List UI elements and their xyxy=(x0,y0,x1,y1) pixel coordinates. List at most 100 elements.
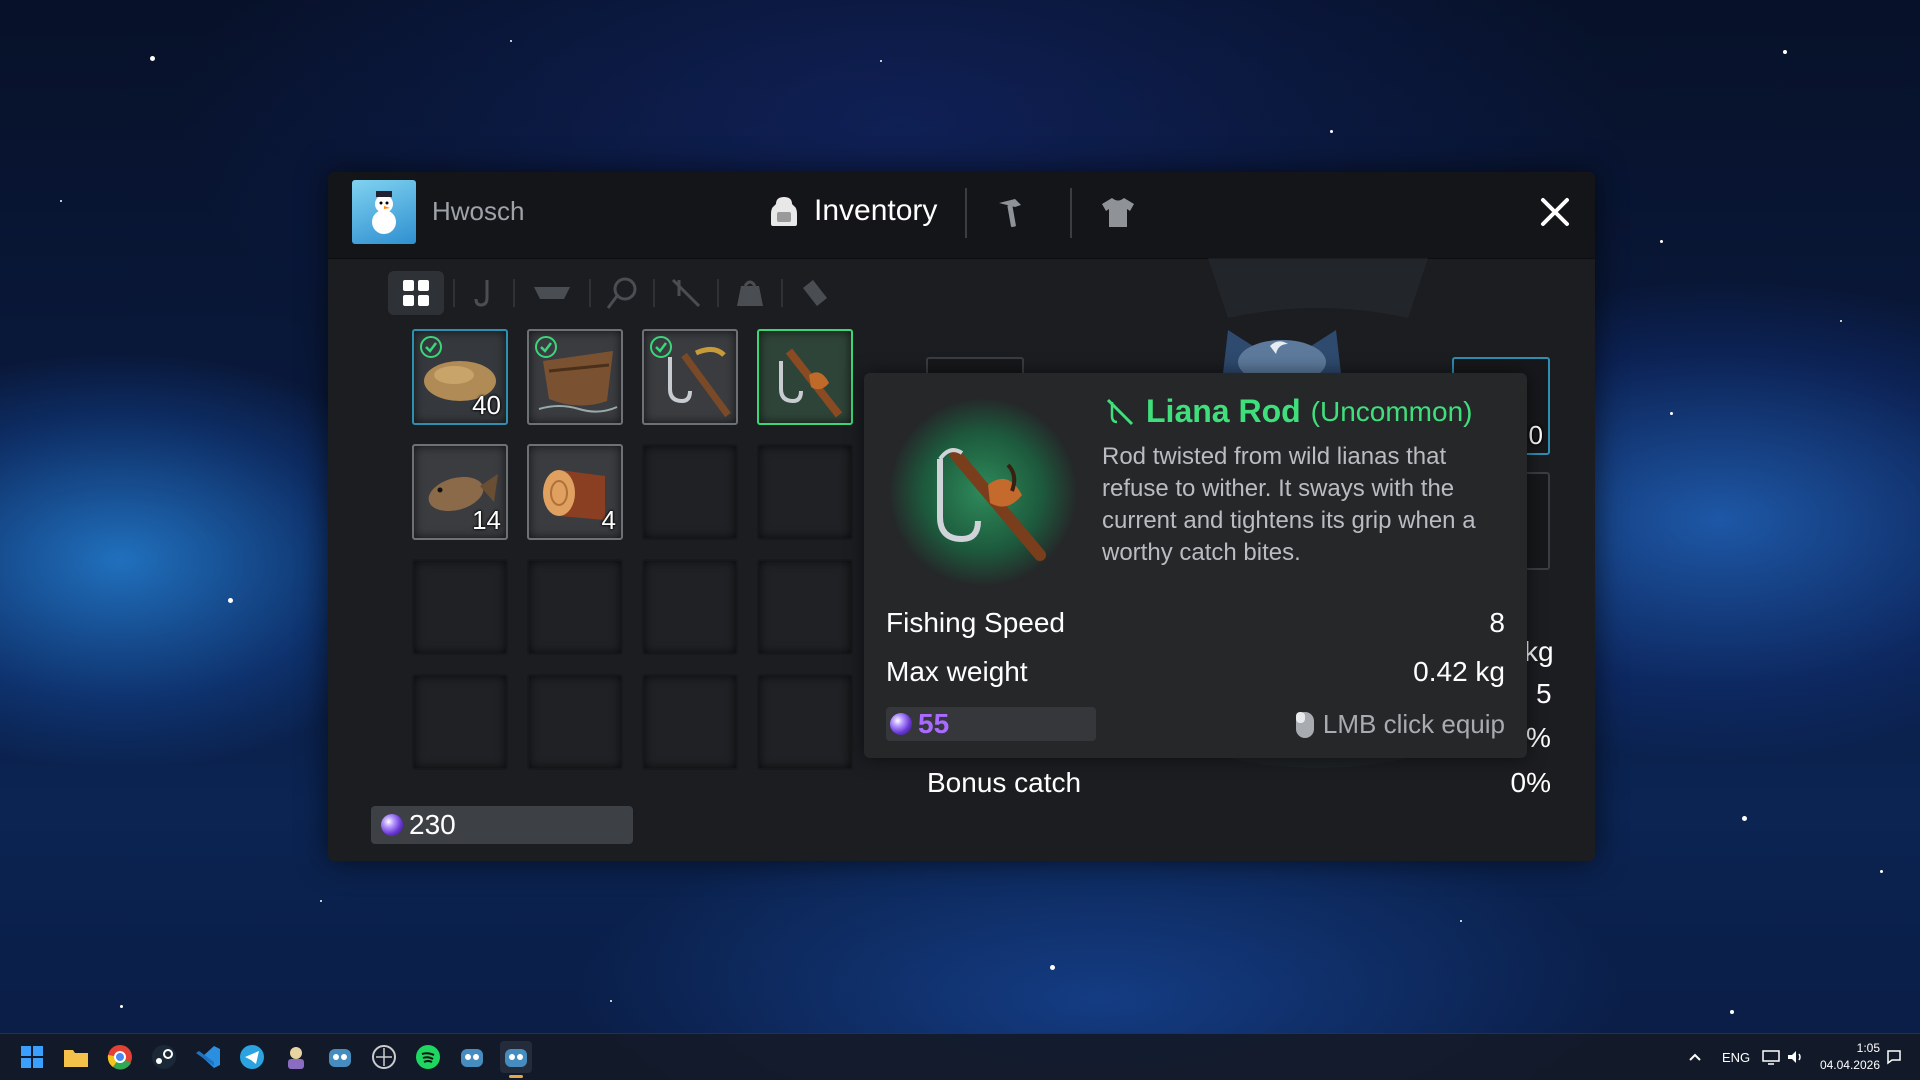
shirt-icon xyxy=(1102,198,1134,227)
inventory-slot-empty[interactable] xyxy=(757,444,853,540)
inventory-slot-empty[interactable] xyxy=(757,559,853,655)
tray-language[interactable]: ENG xyxy=(1722,1034,1750,1080)
tooltip-item-name: Liana Rod xyxy=(1146,393,1301,429)
inventory-slot-empty[interactable] xyxy=(642,674,738,770)
godot-icon-active[interactable] xyxy=(500,1041,532,1073)
close-button[interactable] xyxy=(1533,190,1577,234)
inventory-slot-empty[interactable] xyxy=(527,674,623,770)
tooltip-title: Liana Rod (Uncommon) xyxy=(1104,393,1472,430)
window-header: Hwosch Inventory xyxy=(328,172,1595,259)
liana-rod-icon xyxy=(937,448,1046,561)
stat-label: Max weight xyxy=(886,656,1028,687)
tooltip-price-value: 55 xyxy=(918,708,950,739)
slot-quantity: 4 xyxy=(601,505,616,535)
chrome-icon[interactable] xyxy=(104,1041,136,1073)
item-tooltip: Liana Rod (Uncommon) Rod twisted from wi… xyxy=(864,373,1527,758)
filter-rods[interactable] xyxy=(664,271,708,315)
clock-date: 04.04.2026 xyxy=(1819,1058,1880,1072)
tab-crafting[interactable] xyxy=(990,190,1034,234)
inventory-slot-selected[interactable] xyxy=(757,329,853,425)
mouse-icon xyxy=(1295,711,1314,738)
stat-partial: % xyxy=(1526,722,1551,753)
windows-start-icon[interactable] xyxy=(16,1041,48,1073)
equipped-check-icon xyxy=(650,336,672,358)
snowman-icon xyxy=(372,191,396,234)
inventory-slot-empty[interactable] xyxy=(412,674,508,770)
godot-icon[interactable] xyxy=(324,1041,356,1073)
inventory-slot-empty[interactable] xyxy=(412,559,508,655)
spotify-icon[interactable] xyxy=(412,1041,444,1073)
tooltip-hint-text: LMB click equip xyxy=(1322,709,1505,739)
bonus-catch-label: Bonus catch xyxy=(927,767,1082,798)
inventory-slot[interactable]: 4 xyxy=(527,444,623,540)
tooltip-stat-row: Fishing Speed 8 xyxy=(886,607,1505,639)
filter-all[interactable] xyxy=(388,271,444,315)
inventory-slot[interactable] xyxy=(642,329,738,425)
filter-bags[interactable] xyxy=(728,271,772,315)
rod-icon xyxy=(671,278,701,308)
tray-chevron-icon[interactable] xyxy=(1688,1034,1702,1080)
currency-display: 230 xyxy=(371,806,633,844)
tooltip-stat-row: Max weight 0.42 kg xyxy=(886,656,1505,688)
equipped-check-icon xyxy=(535,336,557,358)
net-icon xyxy=(606,277,637,309)
notification-icon[interactable] xyxy=(1886,1034,1902,1080)
boat-icon xyxy=(534,287,570,299)
tooltip-description: Rod twisted from wild lianas that refuse… xyxy=(1102,443,1476,566)
tooltip-item-art xyxy=(890,399,1076,585)
file-explorer-icon[interactable] xyxy=(60,1041,92,1073)
filter-boats[interactable] xyxy=(524,271,580,315)
inventory-slot-empty[interactable] xyxy=(642,559,738,655)
backpack-icon xyxy=(771,197,797,226)
app-icon[interactable] xyxy=(280,1041,312,1073)
player-avatar[interactable] xyxy=(352,180,416,244)
godot-icon[interactable] xyxy=(456,1041,488,1073)
filter-bait[interactable] xyxy=(792,271,836,315)
pearl-currency-icon xyxy=(381,814,403,836)
tab-inventory-label: Inventory xyxy=(814,194,938,227)
clock[interactable]: 1:05 04.04.2026 xyxy=(1820,1040,1880,1074)
vscode-icon[interactable] xyxy=(192,1041,224,1073)
app-icon[interactable] xyxy=(368,1041,400,1073)
pearl-currency-icon xyxy=(890,713,912,735)
hammer-icon xyxy=(999,199,1021,228)
tooltip-item-rarity: (Uncommon) xyxy=(1310,395,1473,427)
network-icon[interactable] xyxy=(1762,1034,1780,1080)
tooltip-hint: LMB click equip xyxy=(1295,709,1505,740)
tab-divider xyxy=(1070,188,1072,238)
inventory-slot[interactable]: 14 xyxy=(412,444,508,540)
stat-value: 8 xyxy=(1489,607,1505,638)
category-filters xyxy=(388,271,836,315)
bag-icon xyxy=(737,280,763,306)
volume-icon[interactable] xyxy=(1786,1034,1804,1080)
tab-inventory[interactable]: Inventory xyxy=(768,186,937,236)
tab-outfit[interactable] xyxy=(1096,190,1140,234)
slot-quantity: 40 xyxy=(472,390,501,420)
inventory-slot-empty[interactable] xyxy=(527,559,623,655)
slot-quantity: 14 xyxy=(472,505,501,535)
close-icon xyxy=(1541,198,1569,226)
telegram-icon[interactable] xyxy=(236,1041,268,1073)
player-name: Hwosch xyxy=(432,196,525,226)
inventory-slot-empty[interactable] xyxy=(642,444,738,540)
bonus-catch-value: 0% xyxy=(1510,767,1551,798)
filter-hooks[interactable] xyxy=(464,271,504,315)
taskbar: ENG 1:05 04.04.2026 xyxy=(0,1033,1920,1080)
steam-icon[interactable] xyxy=(148,1041,180,1073)
filter-nets[interactable] xyxy=(600,271,644,315)
grid-icon xyxy=(403,280,429,306)
stat-partial: kg xyxy=(1524,636,1554,667)
currency-amount: 230 xyxy=(409,809,456,840)
clock-time: 1:05 xyxy=(1856,1041,1880,1055)
bait-icon xyxy=(803,280,827,306)
stat-value: 0.42 kg xyxy=(1413,656,1505,687)
equip-slot[interactable] xyxy=(1524,472,1550,570)
tab-divider xyxy=(965,188,967,238)
inventory-slot[interactable]: 40 xyxy=(412,329,508,425)
inventory-slot-empty[interactable] xyxy=(757,674,853,770)
stat-label: Fishing Speed xyxy=(886,607,1066,638)
inventory-slot[interactable] xyxy=(527,329,623,425)
tooltip-price: 55 xyxy=(886,707,1096,741)
hook-icon xyxy=(474,280,489,307)
liana-rod-icon xyxy=(779,348,843,418)
